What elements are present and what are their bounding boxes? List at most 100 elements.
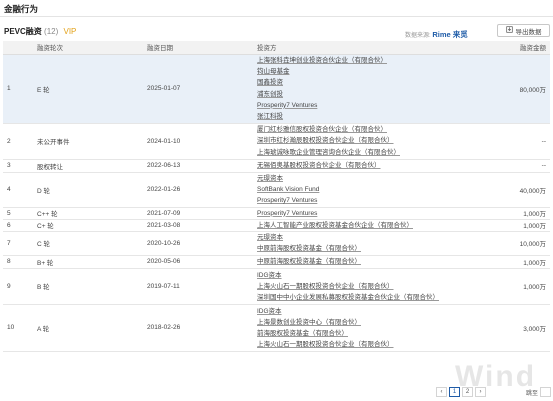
row-investors: Prosperity7 Ventures bbox=[253, 207, 453, 220]
investor-link[interactable]: 上海火山石一期股权投资合伙企业（有限合伙） bbox=[257, 339, 449, 350]
page-button-1[interactable]: 1 bbox=[449, 387, 460, 397]
row-amount: 1,000万 bbox=[453, 207, 550, 220]
row-investors: 元璟资本 SoftBank Vision Fund Prosperity7 Vent… bbox=[253, 172, 453, 208]
row-round: D 轮 bbox=[33, 172, 143, 208]
investor-link[interactable]: 中原前海股权投资基金（有限合伙） bbox=[257, 243, 449, 254]
table-row[interactable]: 5 C++ 轮 2021-07-09 Prosperity7 Ventures 1,00… bbox=[3, 207, 550, 220]
investor-link[interactable]: 国鑫投资 bbox=[257, 77, 449, 88]
table-row[interactable]: 1E 轮 2025-01-07 上海张科垚坤创业投资合伙企业（有限合伙） 钧山母基金国… bbox=[3, 54, 550, 124]
table-row[interactable]: 6 C+ 轮 2021-03-08 上海人工智能产业股权投资基金合伙企业（有限合伙） 1… bbox=[3, 219, 550, 232]
row-date: 2020-10-26 bbox=[143, 231, 253, 256]
col-header-round[interactable]: 融资轮次 bbox=[33, 41, 143, 55]
row-round: 未公开事件 bbox=[33, 123, 143, 160]
row-round: B 轮 bbox=[33, 268, 143, 305]
row-investors: 上海人工智能产业股权投资基金合伙企业（有限合伙） bbox=[253, 219, 453, 232]
investor-link[interactable]: 上海琥诚咏歌企业管理咨询合伙企业（有限合伙） bbox=[257, 147, 449, 158]
source-brand[interactable]: Rime 来觅 bbox=[432, 30, 467, 39]
row-index: 2 bbox=[3, 123, 33, 160]
table-row[interactable]: 4D 轮 2022-01-26 元璟资本 SoftBank Vision Fund Pr… bbox=[3, 172, 550, 208]
investor-link[interactable]: 无锡佰奥基股权投资合伙企业（有限合伙） bbox=[257, 160, 449, 171]
table-row[interactable]: 3 股权转让 2022-06-13 无锡佰奥基股权投资合伙企业（有限合伙） -- bbox=[3, 159, 550, 173]
row-date: 2018-02-26 bbox=[143, 304, 253, 352]
investor-link[interactable]: 浦东创投 bbox=[257, 89, 449, 100]
row-amount: 1,000万 bbox=[453, 219, 550, 232]
row-date: 2025-01-07 bbox=[143, 54, 253, 124]
investor-link[interactable]: IDG资本 bbox=[257, 270, 449, 281]
investor-link[interactable]: 上海人工智能产业股权投资基金合伙企业（有限合伙） bbox=[257, 220, 449, 231]
row-date: 2020-05-06 bbox=[143, 255, 253, 269]
investor-link[interactable]: 上海张科垚坤创业投资合伙企业（有限合伙） bbox=[257, 55, 449, 66]
investor-link[interactable]: 元璟资本 bbox=[257, 173, 449, 184]
data-source: 数据来源: Rime 来觅 bbox=[405, 29, 468, 40]
pevc-heading: PEVC融资 (12) VIP bbox=[4, 26, 76, 37]
table-header-row: 融资轮次 融资日期 投资方 融资金额 bbox=[3, 41, 550, 55]
row-date: 2024-01-10 bbox=[143, 123, 253, 160]
page-button-2[interactable]: 2 bbox=[462, 387, 473, 397]
table-row[interactable]: 8 B+ 轮 2020-05-06 中原前海股权投资基金（有限合伙） 1,000万 bbox=[3, 255, 550, 269]
row-investors: 厦门红杉雅信股权投资合伙企业（有限合伙） 深圳市红杉瀚辰股权投资合伙企业（有限合伙… bbox=[253, 123, 453, 160]
col-header-investors: 投资方 bbox=[253, 41, 453, 55]
row-amount: 1,000万 bbox=[453, 268, 550, 305]
investor-link[interactable]: 元璟资本 bbox=[257, 232, 449, 243]
table-row[interactable]: 10 A 轮 2018-02-26 IDG资本 上海景数创业投资中心（有限合伙） 前海股权… bbox=[3, 304, 550, 352]
export-icon bbox=[505, 26, 513, 35]
investor-link[interactable]: 深圳市红杉瀚辰股权投资合伙企业（有限合伙） bbox=[257, 135, 449, 146]
row-date: 2021-03-08 bbox=[143, 219, 253, 232]
row-index: 7 bbox=[3, 231, 33, 256]
investor-link[interactable]: 上海景数创业投资中心（有限合伙） bbox=[257, 317, 449, 328]
title-divider bbox=[0, 16, 553, 17]
row-index: 1 bbox=[3, 54, 33, 124]
investor-link[interactable]: 深圳国中中小企业发展私募股权投资基金合伙企业（有限合伙） bbox=[257, 292, 449, 303]
investor-link[interactable]: 钧山母基金 bbox=[257, 66, 449, 77]
investor-link[interactable]: SoftBank Vision Fund bbox=[257, 184, 449, 195]
row-round: A 轮 bbox=[33, 304, 143, 352]
row-index: 5 bbox=[3, 207, 33, 220]
row-round: B+ 轮 bbox=[33, 255, 143, 269]
table-row[interactable]: 7C 轮 2020-10-26 元璟资本 中原前海股权投资基金（有限合伙） 10,000… bbox=[3, 231, 550, 256]
row-amount: 40,000万 bbox=[453, 172, 550, 208]
export-button[interactable]: 导出数据 bbox=[497, 24, 550, 37]
row-amount: 1,000万 bbox=[453, 255, 550, 269]
investor-link[interactable]: IDG资本 bbox=[257, 306, 449, 317]
pagination: ‹ 1 2 › 跳至 bbox=[436, 387, 552, 397]
row-amount: 10,000万 bbox=[453, 231, 550, 256]
table-row[interactable]: 9B 轮 2019-07-11 IDG资本 上海火山石一期股权投资合伙企业（有限合伙）… bbox=[3, 268, 550, 305]
goto-label: 跳至 bbox=[526, 390, 539, 397]
col-header-date[interactable]: 融资日期 bbox=[143, 41, 253, 55]
row-round: E 轮 bbox=[33, 54, 143, 124]
next-page-button[interactable]: › bbox=[475, 387, 486, 397]
source-prefix: 数据来源: bbox=[405, 33, 431, 39]
investor-link[interactable]: Prosperity7 Ventures bbox=[257, 208, 449, 219]
row-index: 9 bbox=[3, 268, 33, 305]
row-investors: 上海张科垚坤创业投资合伙企业（有限合伙） 钧山母基金 国鑫投资 浦东创投 Prosper… bbox=[253, 54, 453, 124]
row-investors: IDG资本 上海景数创业投资中心（有限合伙） 前海股权投资基金（有限合伙） 上海火山石… bbox=[253, 304, 453, 352]
investor-link[interactable]: Prosperity7 Ventures bbox=[257, 195, 449, 206]
row-index: 3 bbox=[3, 159, 33, 173]
row-amount: 3,000万 bbox=[453, 304, 550, 352]
row-date: 2022-01-26 bbox=[143, 172, 253, 208]
row-date: 2019-07-11 bbox=[143, 268, 253, 305]
row-investors: 元璟资本 中原前海股权投资基金（有限合伙） bbox=[253, 231, 453, 256]
row-amount: -- bbox=[453, 123, 550, 160]
investor-link[interactable]: Prosperity7 Ventures bbox=[257, 100, 449, 111]
investor-link[interactable]: 前海股权投资基金（有限合伙） bbox=[257, 328, 449, 339]
table-row[interactable]: 2 未公开事件 2024-01-10 厦门红杉雅信股权投资合伙企业（有限合伙） 深圳市红… bbox=[3, 123, 550, 160]
investor-link[interactable]: 张江科投 bbox=[257, 111, 449, 122]
row-amount: 80,000万 bbox=[453, 54, 550, 124]
row-round: C 轮 bbox=[33, 231, 143, 256]
goto-page-input[interactable] bbox=[540, 387, 552, 397]
row-index: 6 bbox=[3, 219, 33, 232]
prev-page-button[interactable]: ‹ bbox=[436, 387, 447, 397]
section-title: 金融行为 bbox=[4, 4, 39, 14]
row-amount: -- bbox=[453, 159, 550, 173]
investor-link[interactable]: 上海火山石一期股权投资合伙企业（有限合伙） bbox=[257, 281, 449, 292]
investor-link[interactable]: 中原前海股权投资基金（有限合伙） bbox=[257, 256, 449, 267]
investor-link[interactable]: 厦门红杉雅信股权投资合伙企业（有限合伙） bbox=[257, 124, 449, 135]
financing-table: 融资轮次 融资日期 投资方 融资金额 1E 轮 2025-01-07 上海张科垚坤创… bbox=[3, 41, 550, 352]
vip-badge[interactable]: VIP bbox=[64, 27, 77, 36]
row-date: 2021-07-09 bbox=[143, 207, 253, 220]
pevc-count: (12) bbox=[44, 27, 59, 36]
row-index: 4 bbox=[3, 172, 33, 208]
col-header-amount[interactable]: 融资金额 bbox=[453, 41, 550, 55]
row-index: 10 bbox=[3, 304, 33, 352]
